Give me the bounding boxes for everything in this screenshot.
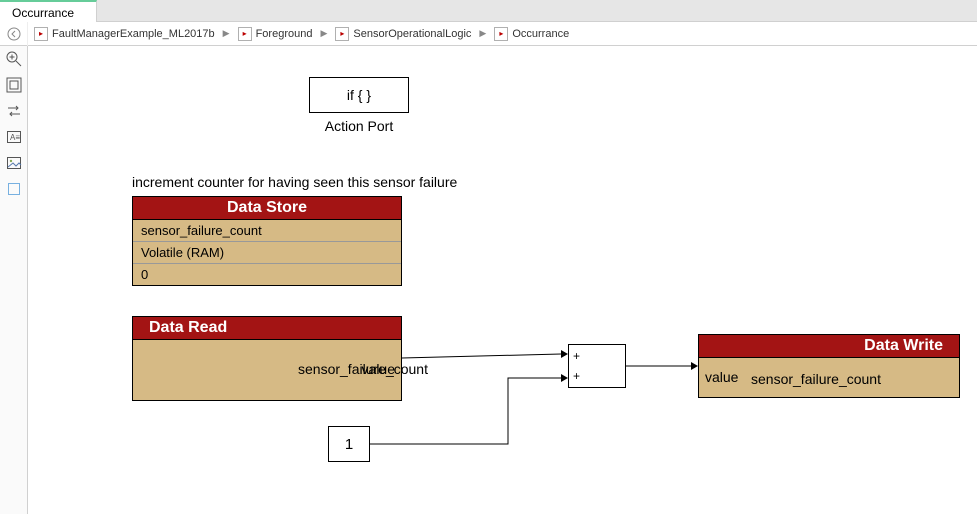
viewmark-icon xyxy=(6,181,22,197)
data-read-title: Data Read xyxy=(133,317,401,340)
breadcrumb-item-0[interactable]: ▸ FaultManagerExample_ML2017b xyxy=(28,27,221,41)
tab-bar: Occurrance xyxy=(0,0,977,22)
breadcrumb-label: Occurrance xyxy=(512,28,569,40)
breadcrumb-label: FaultManagerExample_ML2017b xyxy=(52,28,215,40)
chevron-right-icon: ▶ xyxy=(221,28,232,39)
annotation-icon: A≡ xyxy=(6,129,22,145)
breadcrumb-bar: ▸ FaultManagerExample_ML2017b ▶ ▸ Foregr… xyxy=(0,22,977,46)
zoom-in-tool[interactable] xyxy=(0,46,28,72)
action-port-content: if { } xyxy=(347,87,371,103)
constant-block[interactable]: 1 xyxy=(328,426,370,462)
sum-input-2-label: + xyxy=(573,369,580,383)
breadcrumb-item-1[interactable]: ▸ Foreground xyxy=(232,27,319,41)
left-toolbar: A≡ xyxy=(0,46,28,514)
annotation-tool[interactable]: A≡ xyxy=(0,124,28,150)
breadcrumb-item-3[interactable]: ▸ Occurrance xyxy=(488,27,575,41)
data-read-block[interactable]: Data Read sensor_failure_count value xyxy=(132,316,402,401)
tab-occurrance[interactable]: Occurrance xyxy=(0,0,97,22)
data-store-block[interactable]: Data Store sensor_failure_count Volatile… xyxy=(132,196,402,286)
fit-view-tool[interactable] xyxy=(0,72,28,98)
data-write-title: Data Write xyxy=(699,335,959,358)
arrow-left-icon xyxy=(7,27,21,41)
action-port-block[interactable]: if { } xyxy=(309,77,409,113)
breadcrumb-label: SensorOperationalLogic xyxy=(353,28,471,40)
diagram-comment: increment counter for having seen this s… xyxy=(132,174,457,190)
viewmark-tool[interactable] xyxy=(0,176,28,202)
tab-label: Occurrance xyxy=(12,6,74,20)
fit-view-icon xyxy=(6,77,22,93)
data-read-port: value xyxy=(362,361,395,377)
diagram-canvas[interactable]: if { } Action Port increment counter for… xyxy=(28,46,977,514)
sum-block[interactable]: + + xyxy=(568,344,626,388)
zoom-in-icon xyxy=(6,51,22,67)
image-tool[interactable] xyxy=(0,150,28,176)
simulink-model-icon: ▸ xyxy=(34,27,48,41)
data-write-signal: sensor_failure_count xyxy=(751,371,881,387)
data-store-initial: 0 xyxy=(133,263,401,285)
constant-value: 1 xyxy=(345,436,353,453)
simulink-subsystem-icon: ▸ xyxy=(238,27,252,41)
toggle-perspective-tool[interactable] xyxy=(0,98,28,124)
image-icon xyxy=(6,155,22,171)
action-port-label: Action Port xyxy=(309,118,409,134)
chevron-right-icon: ▶ xyxy=(318,28,329,39)
data-store-signal: sensor_failure_count xyxy=(133,220,401,241)
chevron-right-icon: ▶ xyxy=(477,28,488,39)
simulink-subsystem-icon: ▸ xyxy=(494,27,508,41)
breadcrumb-label: Foreground xyxy=(256,28,313,40)
sum-input-1-label: + xyxy=(573,349,580,363)
nav-back-button[interactable] xyxy=(0,22,28,46)
swap-icon xyxy=(6,103,22,119)
data-store-storage: Volatile (RAM) xyxy=(133,241,401,263)
data-write-port: value xyxy=(705,369,738,385)
svg-text:A≡: A≡ xyxy=(10,133,20,142)
breadcrumb-item-2[interactable]: ▸ SensorOperationalLogic xyxy=(329,27,477,41)
data-write-block[interactable]: Data Write value sensor_failure_count xyxy=(698,334,960,398)
data-store-title: Data Store xyxy=(133,197,401,220)
simulink-subsystem-icon: ▸ xyxy=(335,27,349,41)
